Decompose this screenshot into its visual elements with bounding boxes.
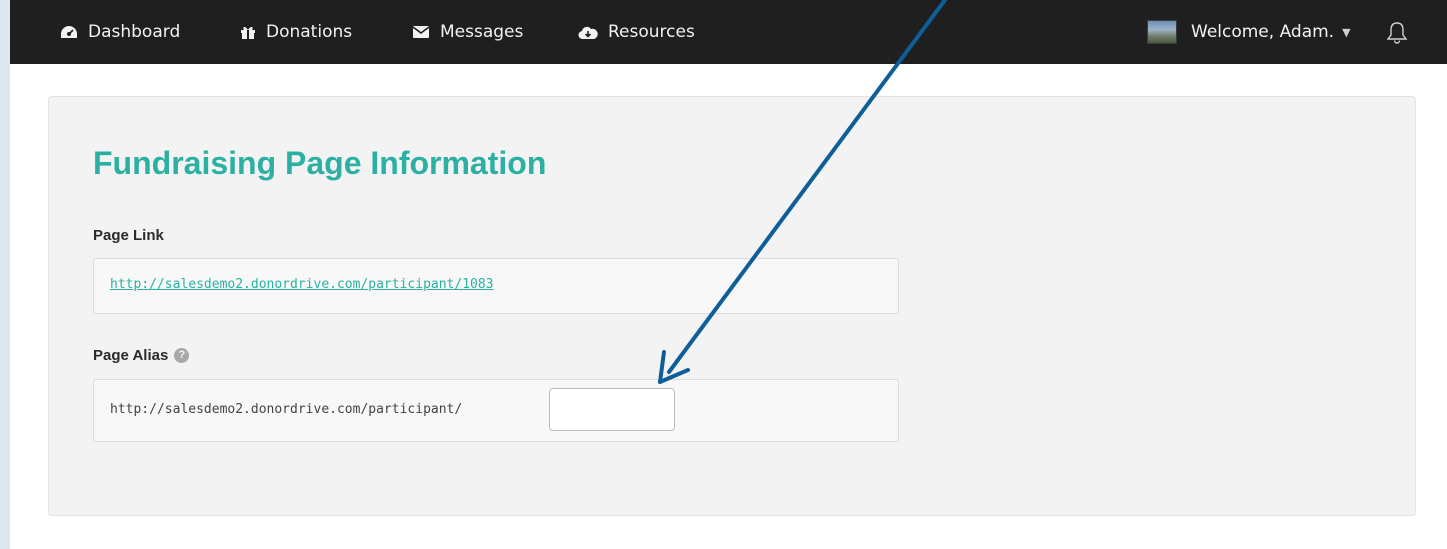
user-menu[interactable]: Welcome, Adam. ▼ [1147,0,1351,64]
page-alias-label: Page Alias [93,347,169,364]
page-title: Fundraising Page Information [93,145,547,181]
alias-url-prefix: http://salesdemo2.donordrive.com/partici… [110,402,463,417]
gift-icon [241,26,255,39]
cloud-download-icon [578,26,598,39]
page: Dashboard Donations Messages Resources W… [10,0,1447,549]
nav-item-label: Messages [440,22,524,42]
nav-item-messages[interactable]: Messages [412,0,523,64]
nav-item-label: Dashboard [88,22,181,42]
bell-icon[interactable] [1386,20,1408,44]
page-link-well: http://salesdemo2.donordrive.com/partici… [93,258,899,314]
nav-item-donations[interactable]: Donations [240,0,352,64]
caret-down-icon: ▼ [1342,25,1351,39]
page-link-url[interactable]: http://salesdemo2.donordrive.com/partici… [110,277,494,292]
nav-item-label: Donations [266,22,353,42]
dashboard-icon [61,26,77,38]
avatar [1147,20,1177,44]
nav-item-label: Resources [608,22,695,42]
fundraising-page-info-card: Fundraising Page Information Page Link h… [48,96,1416,516]
nav-item-resources[interactable]: Resources [578,0,695,64]
welcome-text: Welcome, Adam. [1191,22,1335,42]
nav-item-dashboard[interactable]: Dashboard [60,0,180,64]
page-link-label: Page Link [93,227,164,244]
question-circle-icon[interactable]: ? [174,348,190,363]
page-alias-input[interactable] [549,388,675,431]
page-alias-label-row: Page Alias ? [93,347,190,364]
page-alias-well: http://salesdemo2.donordrive.com/partici… [93,379,899,442]
envelope-icon [412,26,430,38]
top-navigation-bar: Dashboard Donations Messages Resources W… [10,0,1447,64]
